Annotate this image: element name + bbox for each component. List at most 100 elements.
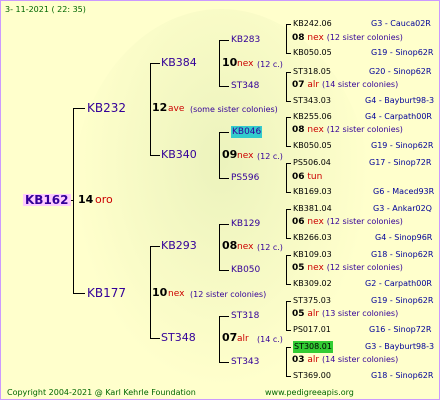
gen3-node-name[interactable]: ST318	[231, 310, 259, 322]
gen1-node-race: ave	[168, 104, 185, 114]
connector	[286, 376, 291, 377]
gen1-node-name[interactable]: KB177	[87, 287, 126, 299]
gen4-name[interactable]: KB050.05	[293, 47, 332, 59]
gen2-node-name[interactable]: KB340	[161, 149, 197, 161]
gen3-race: alr	[307, 309, 320, 319]
gen2-node-num: 09	[222, 148, 238, 161]
gen3-race: alr	[307, 355, 320, 365]
gen4-name[interactable]: KB266.03	[293, 232, 332, 244]
connector	[286, 53, 291, 54]
gen4-name[interactable]: ST369.00	[293, 370, 331, 382]
gen3-detail: 07 alr (14 sister colonies)	[292, 80, 398, 90]
gen3-race: nex	[307, 33, 324, 43]
gen2-node-num: 07	[222, 331, 238, 344]
gen4-name[interactable]: KB309.02	[293, 278, 332, 290]
gen1-node-name[interactable]: KB232	[87, 102, 126, 114]
gen4-name[interactable]: ST343.03	[293, 95, 331, 107]
gen2-node-name[interactable]: KB293	[161, 240, 197, 252]
connector	[219, 132, 229, 133]
gen3-num: 03	[292, 355, 305, 365]
gen4-name[interactable]: KB050.05	[293, 140, 332, 152]
root-node-name[interactable]: KB162	[23, 194, 71, 206]
gen4-loc: G3 - Ankar02Q	[373, 204, 432, 213]
gen2-node-name[interactable]: ST348	[161, 332, 196, 344]
gen2-node-race: nex	[237, 242, 254, 252]
root-node-num: 14	[78, 193, 94, 206]
gen3-note: (12 sister colonies)	[326, 263, 403, 272]
connector	[219, 132, 220, 178]
gen4-loc: G17 - Sinop72R	[369, 158, 432, 167]
connector	[286, 24, 291, 25]
gen3-node-name[interactable]: ST343	[231, 356, 259, 368]
pedigree-diagram: 3- 11-2021 ( 22: 35) Copyright 2004-2021…	[0, 0, 440, 400]
connector	[286, 330, 291, 331]
connector	[286, 72, 287, 101]
gen4-loc: G4 - Bayburt98-3	[365, 96, 435, 105]
gen3-detail: 06 tun	[292, 172, 322, 182]
connector	[219, 178, 229, 179]
site-link[interactable]: www.pedigreeapis.org	[265, 387, 354, 399]
gen2-node-num: 08	[222, 239, 238, 252]
connector	[219, 86, 229, 87]
connector	[73, 108, 85, 109]
gen3-node-name[interactable]: ST348	[231, 80, 259, 92]
gen1-node-note: (12 sister colonies)	[190, 290, 267, 299]
connector	[219, 40, 229, 41]
connector	[286, 24, 287, 53]
gen3-node-name[interactable]: PS596	[231, 172, 259, 184]
connector	[219, 224, 220, 270]
gen4-loc: G3 - Cauca02R	[371, 19, 431, 28]
gen3-race: nex	[307, 263, 324, 273]
gen4-name[interactable]: PS017.01	[293, 324, 331, 336]
gen3-node-name[interactable]: KB050	[231, 264, 260, 276]
connector	[150, 63, 160, 64]
gen2-node-race: alr	[237, 334, 249, 344]
connector	[286, 209, 291, 210]
connector	[219, 316, 220, 362]
connector	[286, 347, 287, 376]
gen3-detail: 08 nex (12 sister colonies)	[292, 33, 403, 43]
gen2-node-note: (12 c.)	[257, 152, 283, 161]
gen2-node-name[interactable]: KB384	[161, 57, 197, 69]
gen4-name[interactable]: KB381.04	[293, 203, 332, 215]
gen2-node-note: (12 c.)	[257, 243, 283, 252]
connector	[150, 246, 160, 247]
gen4-name[interactable]: ST375.03	[293, 295, 331, 307]
gen4-name[interactable]: ST318.05	[293, 66, 331, 78]
connector	[286, 238, 291, 239]
connector	[219, 316, 229, 317]
gen4-loc: G4 - Carpath00R	[365, 112, 432, 121]
gen3-node-name[interactable]: KB283	[231, 34, 260, 46]
gen3-detail: 05 nex (12 sister colonies)	[292, 263, 403, 273]
gen1-node-race: nex	[168, 289, 185, 299]
gen4-loc: G6 - Maced93R	[373, 187, 435, 196]
gen4-name[interactable]: KB109.03	[293, 249, 332, 261]
connector	[219, 362, 229, 363]
gen4-name[interactable]: KB169.03	[293, 186, 332, 198]
gen4-name[interactable]: KB242.06	[293, 18, 332, 30]
gen4-name-highlighted[interactable]: ST308.01	[293, 341, 333, 353]
gen2-node-num: 10	[222, 56, 238, 69]
connector	[286, 101, 291, 102]
connector	[286, 117, 287, 146]
root-node-race: oro	[95, 193, 113, 206]
gen3-node-name-highlighted[interactable]: KB046	[231, 126, 263, 138]
gen3-num: 08	[292, 33, 305, 43]
gen3-num: 08	[292, 125, 305, 135]
gen4-loc: G19 - Sinop62R	[371, 141, 434, 150]
copyright: Copyright 2004-2021 @ Karl Kehrle Founda…	[7, 388, 196, 397]
connector	[219, 224, 229, 225]
gen4-loc: G19 - Sinop62R	[371, 48, 434, 57]
connector	[286, 146, 291, 147]
connector	[73, 108, 74, 293]
gen3-node-name[interactable]: KB129	[231, 218, 260, 230]
gen4-name[interactable]: PS506.04	[293, 157, 331, 169]
connector	[286, 255, 287, 284]
gen3-note: (14 sister colonies)	[322, 355, 399, 364]
gen1-node-note: (some sister colonies)	[190, 105, 278, 114]
gen3-num: 05	[292, 263, 305, 273]
gen4-loc: G4 - Sinop96R	[375, 233, 433, 242]
gen4-loc: G18 - Sinop62R	[371, 371, 434, 380]
gen4-name[interactable]: KB255.06	[293, 111, 332, 123]
gen3-race: nex	[307, 217, 324, 227]
